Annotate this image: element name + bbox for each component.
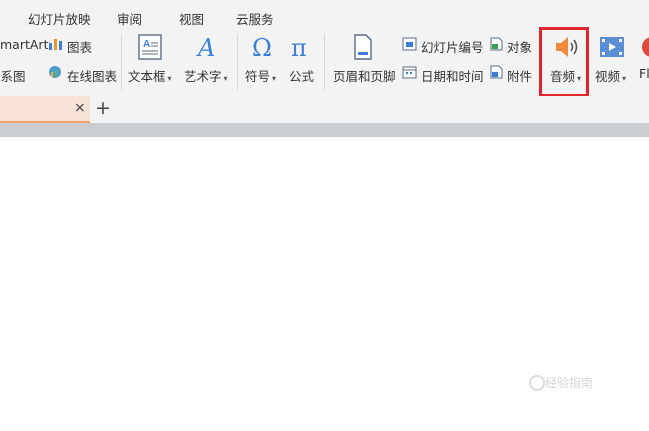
wordart-button[interactable]: A 艺术字 ▾ xyxy=(182,34,232,90)
film-icon xyxy=(600,37,624,57)
slide-number-button[interactable]: 幻灯片编号 xyxy=(421,37,484,56)
pi-icon: π xyxy=(291,34,307,60)
object-button[interactable]: 对象 xyxy=(507,37,532,56)
audio-highlight-box xyxy=(539,27,589,97)
online-chart-icon xyxy=(49,66,61,78)
dropdown-caret-icon: ▾ xyxy=(167,74,172,83)
svg-text:π: π xyxy=(291,34,307,60)
ribbon-separator xyxy=(324,34,325,90)
svg-text:A: A xyxy=(143,39,150,50)
flash-icon xyxy=(642,37,649,57)
relation-chart-button[interactable]: 关系图 xyxy=(0,66,26,85)
dropdown-caret-icon: ▾ xyxy=(622,74,627,83)
watermark-text: 经验指南 xyxy=(545,376,594,390)
ribbon-separator xyxy=(237,34,238,90)
attachment-button[interactable]: 附件 xyxy=(507,66,532,85)
flash-label: Fl xyxy=(639,66,649,81)
symbol-button[interactable]: Ω 符号 ▾ xyxy=(243,34,281,90)
wordart-label: 艺术字 xyxy=(184,69,222,84)
video-label: 视频 xyxy=(595,69,621,84)
textbox-button[interactable]: A 文本框 ▾ xyxy=(126,34,176,90)
menu-slideshow[interactable]: 幻灯片放映 xyxy=(28,9,91,28)
dropdown-caret-icon: ▾ xyxy=(223,74,228,83)
svg-text:Ω: Ω xyxy=(252,34,272,60)
smartart-button[interactable]: martArt xyxy=(0,37,48,52)
add-tab-icon[interactable]: + xyxy=(95,97,111,119)
menu-cloud-service[interactable]: 云服务 xyxy=(236,9,274,28)
chart-button[interactable]: 图表 xyxy=(67,37,92,56)
omega-icon: Ω xyxy=(252,34,272,60)
formula-label: 公式 xyxy=(289,69,315,84)
close-icon[interactable]: × xyxy=(74,100,86,116)
attachment-icon xyxy=(490,65,503,79)
formula-button[interactable]: π 公式 xyxy=(287,34,319,90)
document-tab-bar: × + xyxy=(0,96,649,123)
online-chart-button[interactable]: 在线图表 xyxy=(67,66,117,85)
textbox-label: 文本框 xyxy=(128,69,166,84)
menu-bar: 幻灯片放映 审阅 视图 云服务 xyxy=(0,0,649,30)
dropdown-caret-icon: ▾ xyxy=(272,74,277,83)
chart-icon xyxy=(49,39,62,50)
wordart-icon: A xyxy=(196,34,215,60)
textbox-icon: A xyxy=(138,34,162,60)
symbol-label: 符号 xyxy=(245,69,271,84)
document-tab[interactable]: × xyxy=(0,96,90,123)
svg-text:A: A xyxy=(196,34,215,60)
slide-number-icon xyxy=(402,37,417,51)
calendar-icon xyxy=(402,66,417,79)
flash-button[interactable]: Fl xyxy=(637,34,649,90)
menu-review[interactable]: 审阅 xyxy=(117,9,142,28)
video-button[interactable]: 视频 ▾ xyxy=(593,34,633,90)
object-icon xyxy=(490,37,503,51)
page-header-icon xyxy=(354,34,372,60)
header-footer-label: 页眉和页脚 xyxy=(333,69,396,84)
header-footer-button[interactable]: 页眉和页脚 xyxy=(331,34,397,90)
watermark-logo-icon xyxy=(529,375,545,391)
menu-view[interactable]: 视图 xyxy=(179,9,204,28)
ribbon-separator xyxy=(121,34,122,90)
datetime-button[interactable]: 日期和时间 xyxy=(421,66,484,85)
workspace-top-strip xyxy=(0,123,649,137)
